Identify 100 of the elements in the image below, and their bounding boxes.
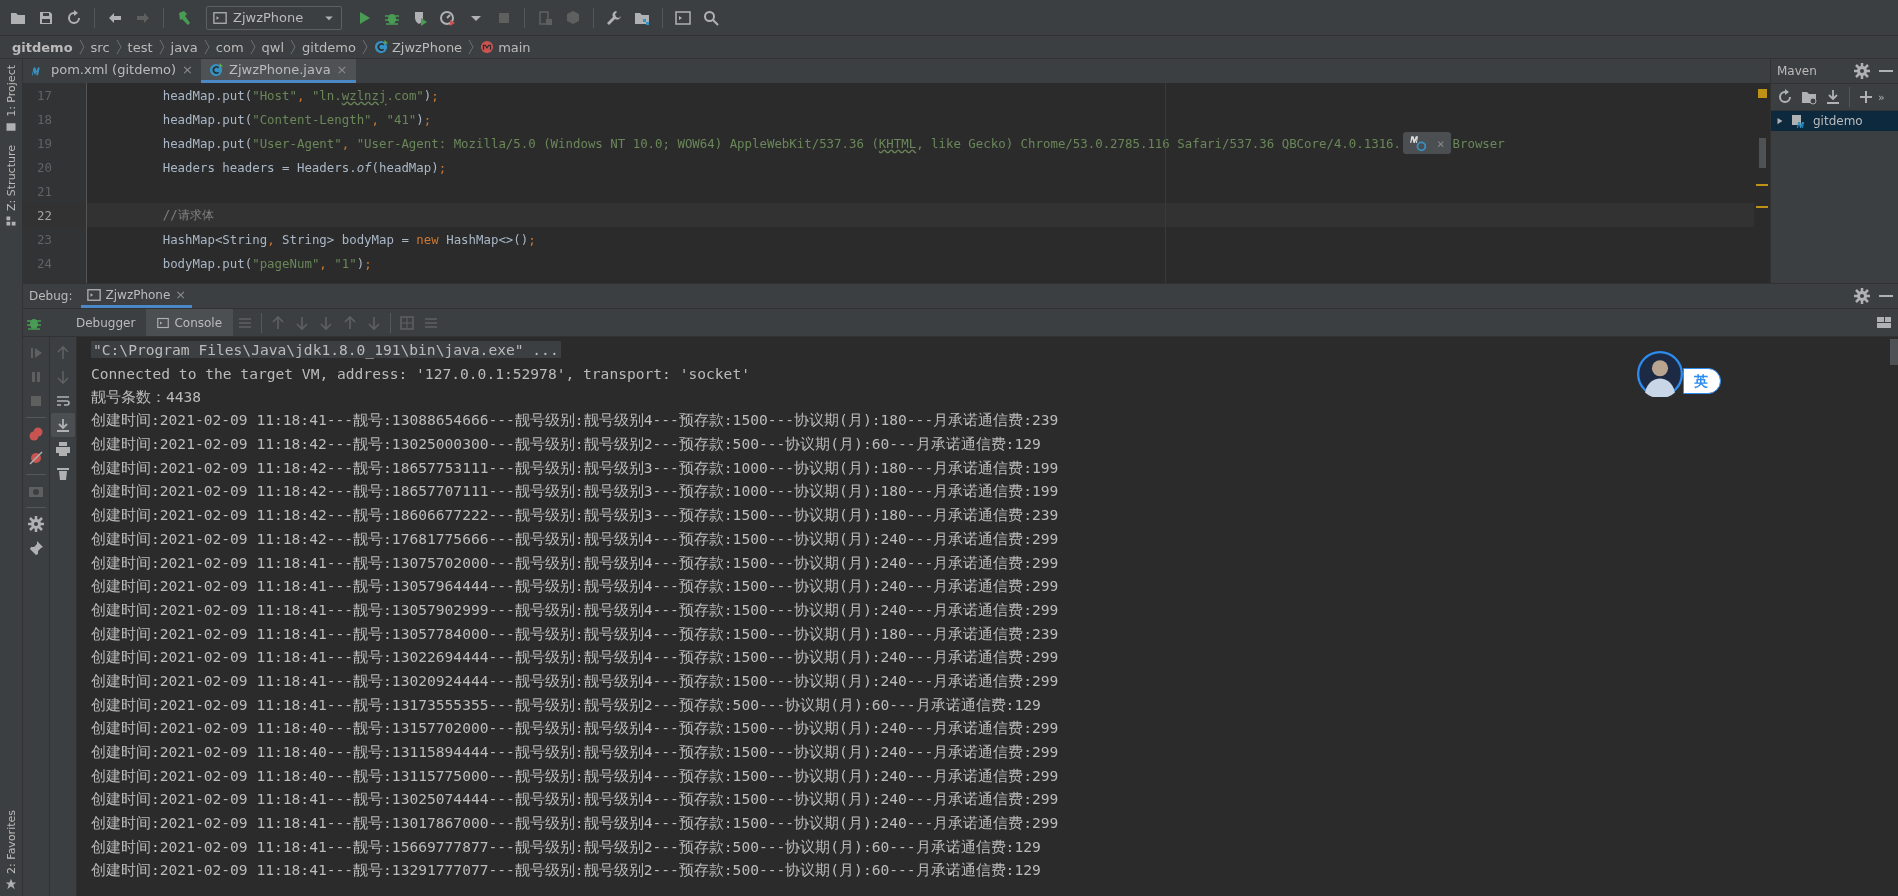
breadcrumb-item[interactable]: gitdemo: [12, 39, 73, 55]
console-line: 创建时间:2021-02-09 11:18:40---靓号:13157702000---靓号级别:靓号级别4---预存款:1500---协议期(月):240---月承诺通信费:299: [91, 719, 1059, 739]
expand-arrow-icon[interactable]: [1775, 116, 1785, 126]
console-line: 创建时间:2021-02-09 11:18:42---靓号:18606677222---靓号级别:靓号级别3---预存款:1500---协议期(月):180---月承诺通信费:239: [91, 506, 1059, 526]
breadcrumb-separator-icon: [77, 39, 86, 55]
maven-reload-icon[interactable]: [1409, 134, 1428, 152]
input-mode-indicator[interactable]: 英: [1683, 368, 1721, 394]
console-line: 创建时间:2021-02-09 11:18:42---靓号:18657707111---靓号级别:靓号级别3---预存款:1000---协议期(月):180---月承诺通信费:199: [91, 482, 1059, 502]
scrollbar-thumb[interactable]: [1758, 138, 1766, 168]
star-icon: [5, 878, 17, 890]
breadcrumb-item[interactable]: java: [170, 39, 198, 55]
class-icon: [209, 62, 223, 77]
trash-icon[interactable]: [55, 465, 71, 481]
console-line: 创建时间:2021-02-09 11:18:41---靓号:13075702000---靓号级别:靓号级别4---预存款:1500---协议期(月):240---月承诺通信费:299: [91, 553, 1059, 573]
console-line: 创建时间:2021-02-09 11:18:41---靓号:15669777877---靓号级别:靓号级别2---预存款:500---协议期(月):60---月承诺通信费:129: [91, 837, 1041, 857]
code-line: Browser: [1452, 135, 1505, 151]
breadcrumb-item[interactable]: gitdemo: [302, 39, 356, 55]
save-icon[interactable]: [38, 9, 54, 26]
sync-icon[interactable]: [1777, 89, 1793, 105]
tool-window-button[interactable]: Z: Structure: [0, 138, 22, 233]
breadcrumb-separator-icon: [360, 39, 369, 55]
console-line: Connected to the target VM, address: '127.0.0.1:52978', transport: 'socket': [91, 365, 750, 383]
maven-module-icon: [1791, 113, 1807, 129]
breadcrumb-separator-icon: [248, 39, 257, 55]
gear-icon[interactable]: [1854, 63, 1870, 79]
search-icon[interactable]: [703, 9, 720, 26]
breadcrumb-separator-icon: [467, 39, 476, 55]
console-line: 创建时间:2021-02-09 11:18:41---靓号:13017867000---靓号级别:靓号级别4---预存款:1500---协议期(月):240---月承诺通信费:299: [91, 814, 1059, 834]
pin-icon[interactable]: [28, 540, 44, 556]
more-button[interactable]: »: [1878, 90, 1885, 104]
run-configuration-dropdown[interactable]: ZjwzPhone: [206, 5, 343, 30]
console-line: 创建时间:2021-02-09 11:18:41---靓号:13022694444---靓号级别:靓号级别4---预存款:1500---协议期(月):240---月承诺通信费:299: [91, 648, 1059, 668]
breadcrumb-item[interactable]: src: [90, 39, 110, 55]
console-line: 创建时间:2021-02-09 11:18:42---靓号:18657753111---靓号级别:靓号级别3---预存款:1000---协议期(月):180---月承诺通信费:199: [91, 458, 1059, 478]
panel-title: Maven: [1777, 64, 1817, 78]
print-icon[interactable]: [55, 441, 71, 457]
terminal-icon[interactable]: [675, 9, 692, 26]
console-line: 创建时间:2021-02-09 11:18:42---靓号:17681775666---靓号级别:靓号级别4---预存款:1500---协议期(月):240---月承诺通信费:299: [91, 529, 1059, 549]
console-line: 创建时间:2021-02-09 11:18:42---靓号:13025000300---靓号级别:靓号级别2---预存款:500---协议期(月):60---月承诺通信费:129: [91, 435, 1041, 455]
gear-icon[interactable]: [28, 516, 44, 532]
breadcrumb-separator-icon: [157, 39, 166, 55]
scrollbar-thumb[interactable]: [1890, 339, 1898, 365]
wrench-icon[interactable]: [606, 9, 623, 26]
editor-tab[interactable]: pom.xml (gitdemo) ×: [23, 59, 201, 83]
tool-window-button[interactable]: 2: Favorites: [0, 804, 22, 896]
gear-icon[interactable]: [1854, 288, 1870, 304]
console-line: 创建时间:2021-02-09 11:18:41---靓号:13020924444---靓号级别:靓号级别4---预存款:1500---协议期(月):240---月承诺通信费:299: [91, 671, 1059, 691]
terminal-icon: [86, 287, 101, 302]
tree-item[interactable]: gitdemo: [1771, 111, 1898, 131]
console-line: 创建时间:2021-02-09 11:18:41---靓号:13173555355---靓号级别:靓号级别2---预存款:500---协议期(月):60---月承诺通信费:129: [91, 695, 1041, 715]
code-line: HashMap<String, String> bodyMap = new HashMap<>();: [161, 231, 536, 247]
debug-tab[interactable]: Console: [146, 309, 234, 336]
breadcrumb-separator-icon: [114, 39, 123, 55]
breadcrumb-item[interactable]: test: [127, 39, 153, 55]
breadcrumb-separator-icon: [289, 39, 298, 55]
console-line: 创建时间:2021-02-09 11:18:41---靓号:13057902999---靓号级别:靓号级别4---预存款:1500---协议期(月):240---月承诺通信费:299: [91, 600, 1059, 620]
terminal-icon: [213, 10, 227, 25]
console-line: 创建时间:2021-02-09 11:18:41---靓号:13291777077---靓号级别:靓号级别2---预存款:500---协议期(月):60---月承诺通信费:129: [91, 861, 1041, 881]
plus-icon[interactable]: [1858, 89, 1874, 105]
panel-title: Debug:: [29, 289, 73, 303]
warning-marker[interactable]: [1757, 89, 1767, 98]
console-line: 靓号条数：4438: [91, 387, 202, 407]
code-line: headMap.put("Host", "ln.wzlnzj.com");: [161, 87, 439, 103]
breadcrumb-item[interactable]: ZjwzPhone: [373, 39, 463, 55]
code-line: Headers headers = Headers.of(headMap);: [161, 159, 447, 175]
scroll-end-icon[interactable]: [55, 417, 71, 433]
structure-icon: [5, 214, 17, 227]
terminal-icon: [157, 316, 170, 329]
tool-window-button[interactable]: 1: Project: [0, 59, 22, 139]
layout-icon[interactable]: [1876, 314, 1892, 331]
close-button[interactable]: ×: [175, 287, 187, 302]
download-icon[interactable]: [1825, 89, 1841, 105]
code-line: //请求体: [161, 206, 214, 224]
sync-icon[interactable]: [66, 9, 82, 26]
breakpoints-icon[interactable]: [28, 426, 44, 442]
soft-wrap-icon[interactable]: [55, 393, 71, 409]
breadcrumb-item[interactable]: main: [480, 39, 531, 55]
project-icon: [5, 120, 17, 133]
console-line: 创建时间:2021-02-09 11:18:40---靓号:13115775000---靓号级别:靓号级别4---预存款:1500---协议期(月):240---月承诺通信费:299: [91, 766, 1059, 786]
folder-sync-icon[interactable]: [1801, 89, 1817, 105]
breadcrumb-separator-icon: [202, 39, 211, 55]
avatar-icon[interactable]: [1637, 351, 1683, 397]
console-line: 创建时间:2021-02-09 11:18:41---靓号:13057784000---靓号级别:靓号级别4---预存款:1500---协议期(月):180---月承诺通信费:239: [91, 624, 1059, 644]
breadcrumb-item[interactable]: com: [215, 39, 244, 55]
shield-icon[interactable]: [412, 9, 429, 26]
breadcrumb-item[interactable]: qwl: [261, 39, 285, 55]
gauge-icon[interactable]: [440, 9, 457, 26]
class-icon: [373, 40, 388, 54]
editor-tab[interactable]: ZjwzPhone.java ×: [201, 59, 356, 83]
close-button[interactable]: ×: [182, 62, 193, 77]
method-icon: [480, 40, 495, 54]
console-line: 创建时间:2021-02-09 11:18:41---靓号:13057964444---靓号级别:靓号级别4---预存款:1500---协议期(月):240---月承诺通信费:299: [91, 577, 1059, 597]
code-line: bodyMap.put("pageNum", "1");: [161, 255, 372, 271]
code-line: headMap.put("Content-Length", "41");: [161, 111, 432, 127]
console-line: 创建时间:2021-02-09 11:18:41---靓号:13025074444---靓号级别:靓号级别4---预存款:1500---协议期(月):240---月承诺通信费:299: [91, 790, 1059, 810]
code-line: headMap.put("User-Agent", "User-Agent: Mozilla/5.0 (Windows NT 10.0; WOW64) AppleWebKit/537.36 (KHTML, like Gecko) Chrome/53.0.2785.116 Safari/537.36 QBCore/4.0.1316.: [161, 135, 1402, 151]
console-line: 创建时间:2021-02-09 11:18:41---靓号:13088654666---靓号级别:靓号级别4---预存款:1500---协议期(月):180---月承诺通信费:239: [91, 411, 1059, 431]
debug-tab[interactable]: Debugger: [65, 309, 147, 336]
console-line: 创建时间:2021-02-09 11:18:40---靓号:13115894444---靓号级别:靓号级别4---预存款:1500---协议期(月):240---月承诺通信费:299: [91, 743, 1059, 763]
mute-breakpoints-icon[interactable]: [28, 450, 44, 466]
